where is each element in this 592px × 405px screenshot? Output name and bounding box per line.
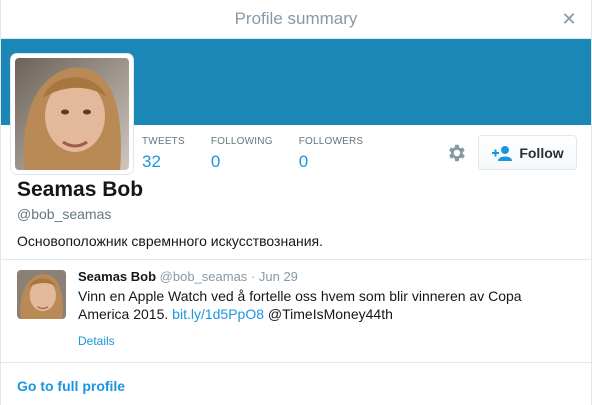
stat-label: FOLLOWERS xyxy=(298,136,364,147)
dialog-header: Profile summary ✕ xyxy=(1,0,591,39)
tweet-separator: · xyxy=(247,269,259,284)
profile-avatar[interactable] xyxy=(11,54,133,174)
tweet-author-handle[interactable]: @bob_seamas xyxy=(160,269,248,284)
stat-tweets[interactable]: TWEETS 32 xyxy=(142,136,185,172)
profile-bio: Основоположник свремнного искусствознани… xyxy=(17,233,324,249)
tweet-details-link[interactable]: Details xyxy=(78,334,115,348)
stat-followers[interactable]: FOLLOWERS 0 xyxy=(299,136,364,172)
stat-following[interactable]: FOLLOWING 0 xyxy=(211,136,273,172)
tweet-text: Vinn en Apple Watch ved å fortelle oss h… xyxy=(78,287,568,323)
stat-value: 32 xyxy=(142,152,161,171)
close-icon[interactable]: ✕ xyxy=(559,8,579,30)
tweet-text-after: @TimeIsMoney44th xyxy=(264,306,393,322)
profile-name[interactable]: Seamas Bob xyxy=(17,178,143,202)
profile-handle[interactable]: @bob_seamas xyxy=(17,206,111,222)
tweet-header: Seamas Bob @bob_seamas · Jun 29 xyxy=(78,269,298,284)
stat-label: FOLLOWING xyxy=(210,136,273,147)
stat-value: 0 xyxy=(210,152,221,171)
follow-button-label: Follow xyxy=(519,144,564,161)
tweet-author-name[interactable]: Seamas Bob xyxy=(78,269,156,284)
tweet-avatar[interactable] xyxy=(17,270,66,319)
go-to-full-profile-link[interactable]: Go to full profile xyxy=(17,378,125,394)
follow-button[interactable]: Follow xyxy=(478,135,577,170)
dialog-title: Profile summary xyxy=(234,9,358,28)
avatar-photo xyxy=(15,58,129,170)
gear-icon[interactable] xyxy=(445,142,467,164)
tweet-date[interactable]: Jun 29 xyxy=(259,269,298,284)
profile-stats: TWEETS 32 FOLLOWING 0 FOLLOWERS 0 xyxy=(142,136,389,172)
stat-value: 0 xyxy=(298,152,309,171)
divider xyxy=(1,259,591,260)
profile-summary-dialog: Profile summary ✕ TWEETS 32 FOLLOWING 0 … xyxy=(0,0,592,405)
add-user-icon xyxy=(491,145,513,161)
divider xyxy=(1,362,591,363)
stat-label: TWEETS xyxy=(142,136,185,147)
tweet-link[interactable]: bit.ly/1d5PpO8 xyxy=(172,306,264,322)
